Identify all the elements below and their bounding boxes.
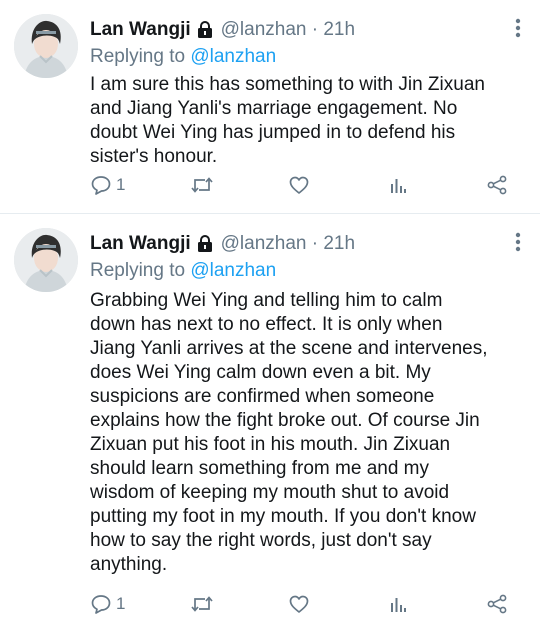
separator: · <box>311 19 319 40</box>
more-vertical-icon[interactable] <box>514 17 522 39</box>
more-vertical-icon[interactable] <box>514 231 522 253</box>
reply-button[interactable]: 1 <box>90 173 125 197</box>
reply-icon <box>90 174 112 196</box>
retweet-icon <box>190 174 214 196</box>
like-button[interactable] <box>288 173 310 197</box>
author-handle[interactable]: @lanzhan <box>221 19 307 40</box>
retweet-button[interactable] <box>190 173 214 197</box>
retweet-icon <box>190 593 214 615</box>
analytics-button[interactable] <box>388 592 408 616</box>
analytics-button[interactable] <box>388 173 408 197</box>
replying-mention[interactable]: @lanzhan <box>190 260 276 281</box>
analytics-icon <box>388 593 408 615</box>
reply-icon <box>90 593 112 615</box>
author-name[interactable]: Lan Wangji <box>90 19 191 40</box>
tweet[interactable]: Lan Wangji @lanzhan · 21h Replying to @la… <box>0 214 540 625</box>
separator: · <box>311 233 319 254</box>
timestamp[interactable]: 21h <box>323 233 355 254</box>
reply-count: 1 <box>116 175 126 194</box>
tweet-text: I am sure this has something to with Jin… <box>90 74 485 167</box>
avatar[interactable] <box>14 14 78 78</box>
replying-to: Replying to @lanzhan <box>90 44 276 70</box>
replying-to: Replying to @lanzhan <box>90 258 276 284</box>
reply-count: 1 <box>116 594 126 613</box>
replying-prefix: Replying to <box>90 260 191 281</box>
tweet[interactable]: Lan Wangji @lanzhan · 21h Replying to @la… <box>0 0 540 213</box>
share-button[interactable] <box>486 592 508 616</box>
author-handle[interactable]: @lanzhan <box>221 233 307 254</box>
tweet-actions: 1 <box>90 173 520 197</box>
timestamp[interactable]: 21h <box>323 19 355 40</box>
retweet-button[interactable] <box>190 592 214 616</box>
tweet-actions: 1 <box>90 592 520 616</box>
author-name[interactable]: Lan Wangji <box>90 233 191 254</box>
replying-prefix: Replying to <box>90 46 191 67</box>
share-icon <box>486 593 508 615</box>
analytics-icon <box>388 174 408 196</box>
like-button[interactable] <box>288 592 310 616</box>
heart-icon <box>288 593 310 615</box>
share-icon <box>486 174 508 196</box>
lock-icon <box>197 20 213 46</box>
avatar[interactable] <box>14 228 78 292</box>
lock-icon <box>197 234 213 260</box>
replying-mention[interactable]: @lanzhan <box>190 46 276 67</box>
reply-button[interactable]: 1 <box>90 592 125 616</box>
share-button[interactable] <box>486 173 508 197</box>
tweet-text: Grabbing Wei Ying and telling him to cal… <box>90 290 488 575</box>
heart-icon <box>288 174 310 196</box>
